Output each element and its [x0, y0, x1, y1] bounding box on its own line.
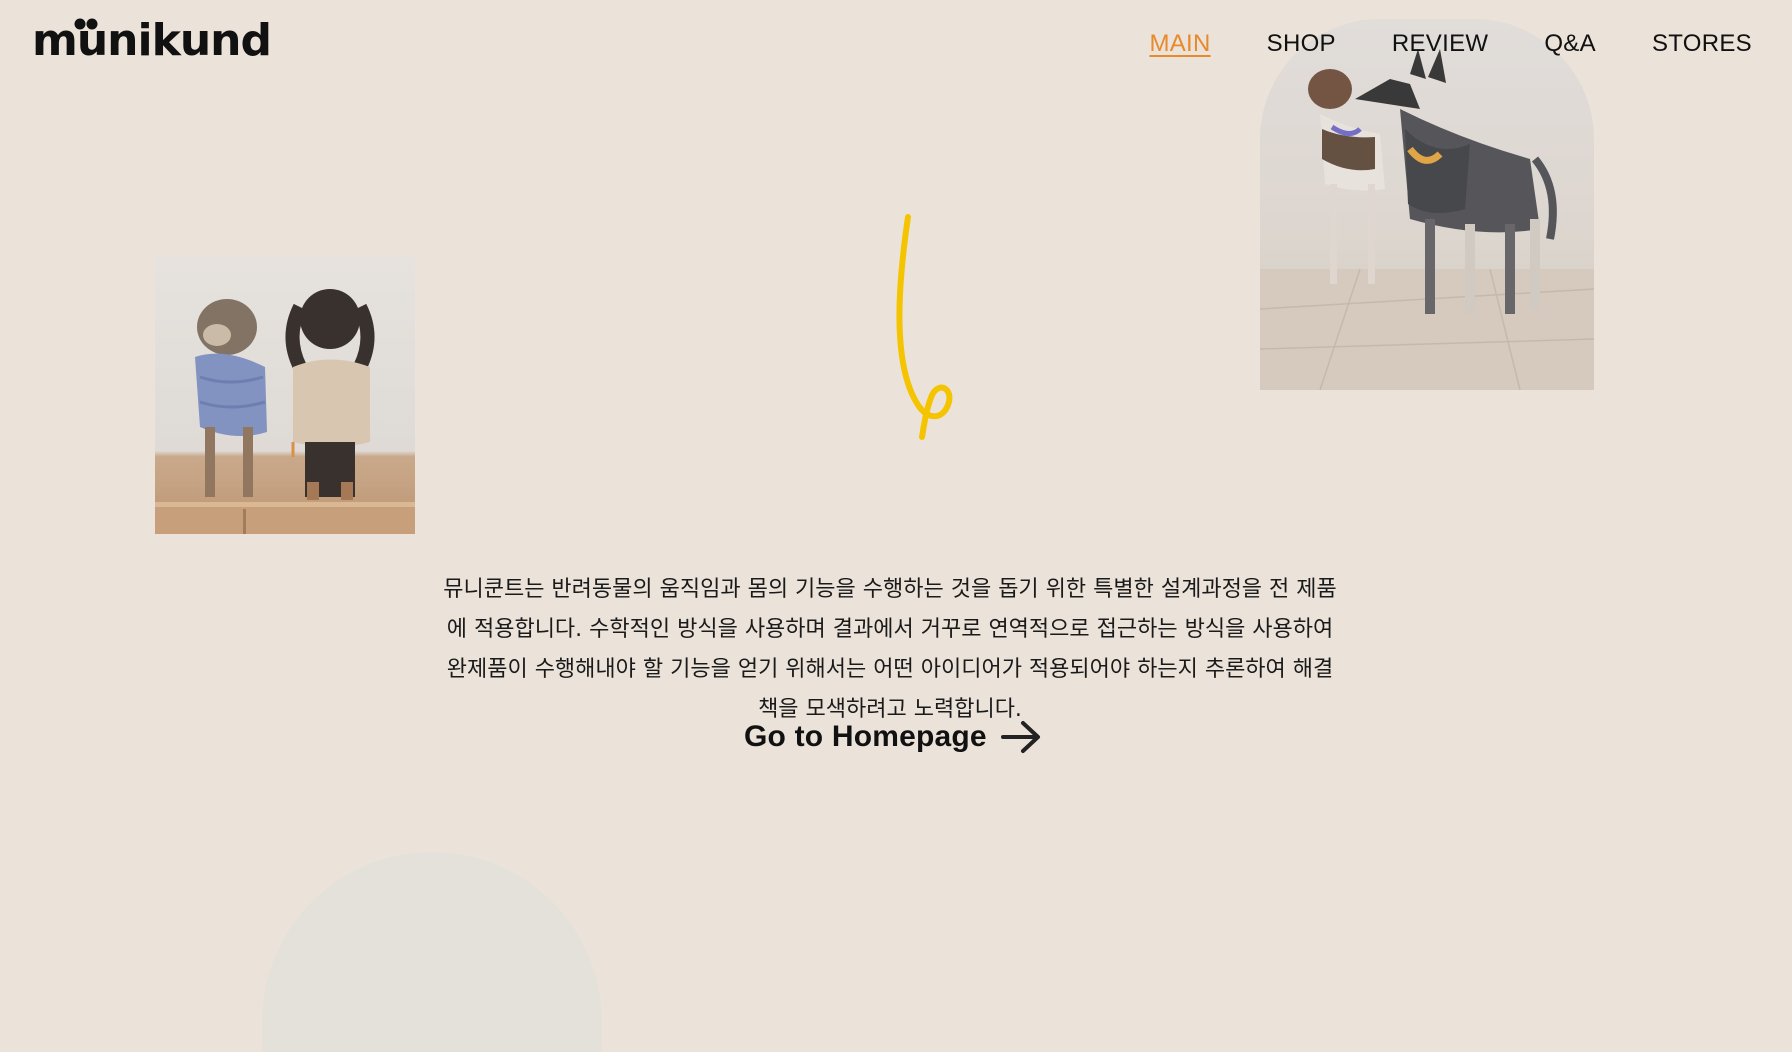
paw-dots-icon — [74, 18, 98, 30]
main-nav: MAIN SHOP REVIEW Q&A STORES — [1149, 30, 1752, 58]
bottom-arch-image — [262, 852, 602, 1052]
nav-item-shop[interactable]: SHOP — [1267, 30, 1336, 58]
nav-item-stores[interactable]: STORES — [1652, 30, 1752, 58]
dogs-standing-illustration — [1260, 49, 1594, 390]
nav-item-review[interactable]: REVIEW — [1392, 30, 1488, 58]
cta-label: Go to Homepage — [744, 720, 987, 753]
intro-paragraph: 뮤니쿤트는 반려동물의 움직임과 몸의 기능을 수행하는 것을 돕기 위한 특별… — [443, 577, 1337, 722]
logo[interactable]: munikund — [32, 14, 272, 66]
dogs-illustration — [155, 289, 415, 534]
nav-item-main[interactable]: MAIN — [1149, 30, 1210, 58]
nav-item-qna[interactable]: Q&A — [1544, 30, 1596, 58]
arrow-right-icon — [1000, 721, 1040, 753]
photo-two-small-dogs — [155, 257, 415, 534]
photo-two-standing-dogs — [1260, 19, 1594, 390]
decorative-squiggle — [896, 214, 953, 440]
go-to-homepage-link[interactable]: Go to Homepage — [744, 720, 1041, 754]
logo-text: munikund — [32, 14, 272, 66]
